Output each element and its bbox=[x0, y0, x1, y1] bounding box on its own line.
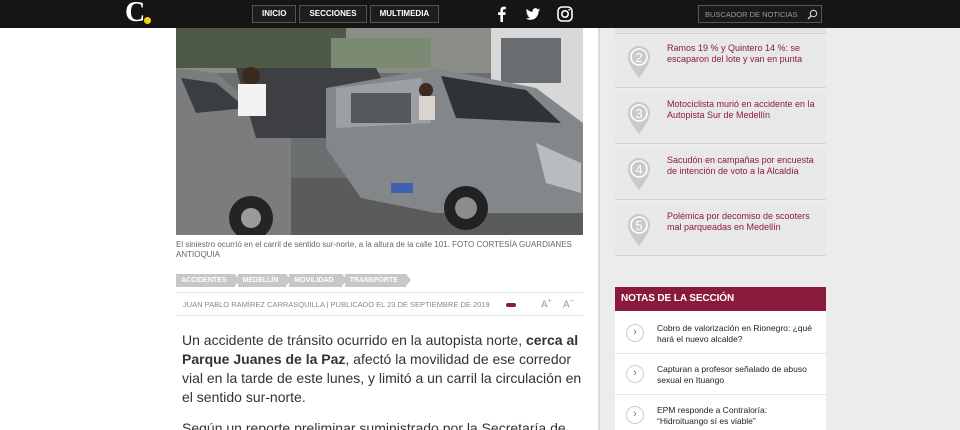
related-number: 3 bbox=[635, 106, 642, 121]
map-pin-icon: 5 bbox=[628, 214, 650, 246]
section-note-item[interactable]: › EPM responde a Contraloría: “Hidroitua… bbox=[615, 396, 826, 430]
section-note-item[interactable]: › Cobro de valorización en Rionegro: ¿qu… bbox=[615, 314, 826, 354]
main-nav: INICIO SECCIONES MULTIMEDIA bbox=[252, 5, 440, 23]
section-notes-header: NOTAS DE LA SECCIÓN bbox=[615, 287, 826, 311]
related-top-strip bbox=[615, 28, 826, 34]
tag-list: ACCIDENTES MEDELLÍN MOVILIDAD TRANSPORTE bbox=[176, 274, 412, 287]
font-up-letter: A bbox=[541, 299, 548, 311]
related-title: Motociclista murió en accidente en la Au… bbox=[667, 99, 815, 120]
nav-inicio[interactable]: INICIO bbox=[252, 5, 297, 23]
byline: JUAN PABLO RAMÍREZ CARRASQUILLA | PUBLIC… bbox=[183, 300, 490, 309]
top-navigation-bar: C INICIO SECCIONES MULTIMEDIA bbox=[0, 0, 960, 28]
font-down-sign: − bbox=[569, 298, 574, 305]
chevron-right-icon: › bbox=[626, 365, 644, 383]
section-note-title: EPM responde a Contraloría: “Hidroituang… bbox=[657, 405, 768, 426]
map-pin-icon: 4 bbox=[628, 158, 650, 190]
photo-caption: El siniestro ocurrió en el carril de sen… bbox=[176, 240, 572, 259]
related-item[interactable]: 4 Sacudón en campañas por encuesta de in… bbox=[615, 147, 826, 200]
nav-multimedia[interactable]: MULTIMEDIA bbox=[369, 5, 440, 23]
section-note-title: Capturan a profesor señalado de abuso se… bbox=[657, 364, 807, 385]
logo-dot bbox=[144, 17, 151, 24]
tag-medellin[interactable]: MEDELLÍN bbox=[237, 274, 292, 287]
related-number: 5 bbox=[635, 218, 642, 233]
paragraph-text: Un accidente de tránsito ocurrido en la … bbox=[182, 332, 526, 348]
map-pin-icon: 3 bbox=[628, 102, 650, 134]
related-item[interactable]: 5 Polémica por decomiso de scooters mal … bbox=[615, 203, 826, 256]
article-photo[interactable] bbox=[176, 28, 583, 235]
byline-bar: JUAN PABLO RAMÍREZ CARRASQUILLA | PUBLIC… bbox=[176, 292, 583, 316]
related-item[interactable]: 2 Ramos 19 % y Quintero 14 %: se escapar… bbox=[615, 35, 826, 88]
related-number: 2 bbox=[635, 50, 642, 65]
article-paragraph: Según un reporte preliminar suministrado… bbox=[182, 420, 566, 430]
search-box bbox=[698, 5, 822, 23]
search-input[interactable] bbox=[699, 6, 803, 22]
related-item[interactable]: 3 Motociclista murió en accidente en la … bbox=[615, 91, 826, 144]
comments-icon[interactable] bbox=[506, 303, 516, 307]
related-title: Sacudón en campañas por encuesta de inte… bbox=[667, 155, 814, 176]
font-decrease-button[interactable]: A− bbox=[563, 298, 574, 310]
related-number: 4 bbox=[635, 162, 642, 177]
map-pin-icon: 2 bbox=[628, 46, 650, 78]
article-paragraph: Un accidente de tránsito ocurrido en la … bbox=[182, 331, 582, 407]
section-note-title: Cobro de valorización en Rionegro: ¿qué … bbox=[657, 323, 812, 344]
chevron-right-icon: › bbox=[626, 406, 644, 424]
twitter-icon[interactable] bbox=[524, 5, 542, 23]
site-logo[interactable]: C bbox=[125, 0, 155, 28]
tag-movilidad[interactable]: MOVILIDAD bbox=[289, 274, 347, 287]
nav-secciones[interactable]: SECCIONES bbox=[299, 5, 367, 23]
tag-accidentes[interactable]: ACCIDENTES bbox=[176, 274, 239, 287]
column-divider bbox=[598, 28, 600, 430]
font-down-letter: A bbox=[563, 299, 570, 311]
logo-letter: C bbox=[125, 0, 146, 28]
section-note-item[interactable]: › Capturan a profesor señalado de abuso … bbox=[615, 355, 826, 395]
related-title: Ramos 19 % y Quintero 14 %: se escaparon… bbox=[667, 43, 803, 64]
article-body: Un accidente de tránsito ocurrido en la … bbox=[182, 331, 582, 430]
related-title: Polémica por decomiso de scooters mal pa… bbox=[667, 211, 810, 232]
search-icon[interactable] bbox=[806, 8, 819, 21]
facebook-icon[interactable] bbox=[493, 5, 511, 23]
font-increase-button[interactable]: A+ bbox=[541, 298, 552, 310]
chevron-right-icon: › bbox=[626, 324, 644, 342]
section-notes-title: NOTAS DE LA SECCIÓN bbox=[621, 293, 735, 304]
instagram-icon[interactable] bbox=[556, 5, 574, 23]
tag-transporte[interactable]: TRANSPORTE bbox=[344, 274, 412, 287]
font-up-sign: + bbox=[547, 298, 552, 305]
